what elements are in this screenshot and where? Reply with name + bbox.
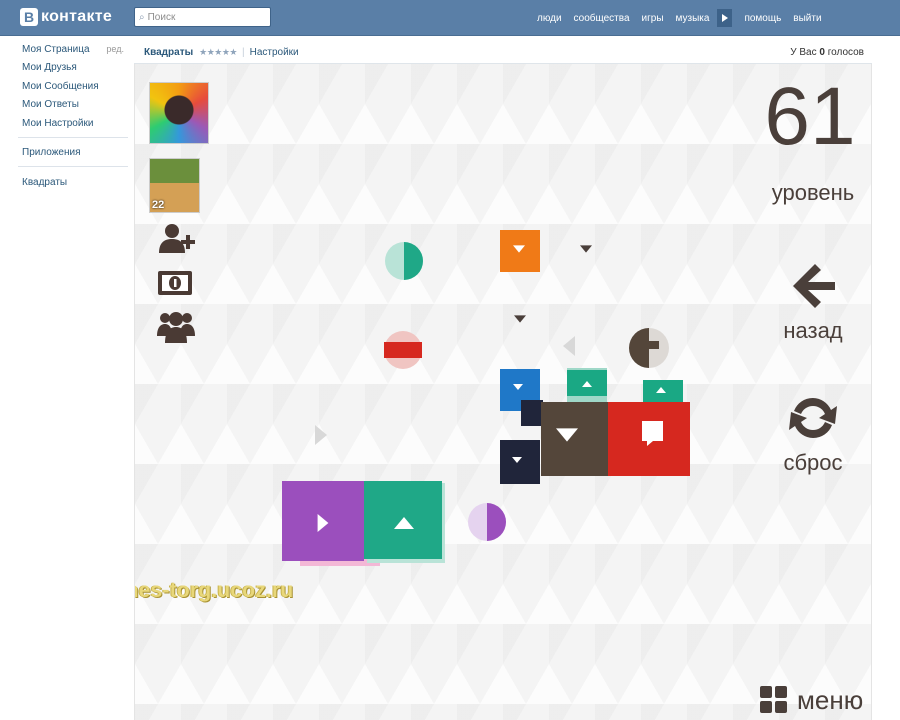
rating-stars: ★★★★★ bbox=[199, 46, 237, 57]
arrow-down-icon bbox=[514, 315, 526, 323]
search-input[interactable] bbox=[147, 9, 258, 25]
back-button[interactable]: назад bbox=[765, 260, 861, 344]
arrow-down-icon bbox=[580, 245, 592, 253]
nav-communities[interactable]: сообщества bbox=[568, 13, 636, 24]
app-header: Квадраты ★★★★★ | Настройки У Вас 0 голос… bbox=[138, 42, 868, 62]
navy-square[interactable] bbox=[521, 400, 543, 426]
menu-divider bbox=[18, 166, 128, 167]
nav-help[interactable]: помощь bbox=[738, 13, 787, 24]
votes-prefix: У Вас bbox=[790, 46, 817, 58]
left-menu: Моя Страница ред. Мои Друзья Мои Сообщен… bbox=[18, 40, 128, 192]
navy-square[interactable] bbox=[500, 440, 540, 484]
app-title[interactable]: Квадраты bbox=[144, 47, 193, 58]
menu-divider bbox=[18, 136, 128, 138]
arrow-left-icon bbox=[563, 336, 575, 356]
menu-my-page[interactable]: Моя Страница ред. bbox=[18, 40, 128, 59]
brown-square[interactable] bbox=[541, 402, 613, 476]
watermark-label: games-torg.ucoz.ru bbox=[135, 579, 294, 602]
red-circle-stripe bbox=[384, 342, 422, 358]
votes-suffix: голосов bbox=[827, 46, 864, 58]
nav-games[interactable]: игры bbox=[636, 13, 670, 24]
back-arrow-icon bbox=[793, 264, 835, 308]
menu-game-squares[interactable]: Квадраты bbox=[18, 173, 128, 192]
top-nav: люди сообщества игры музыка помощь выйти bbox=[531, 0, 828, 36]
music-play-icon[interactable] bbox=[717, 9, 733, 27]
level-label: уровень bbox=[771, 180, 855, 205]
reset-button[interactable]: сброс bbox=[765, 392, 861, 476]
reset-label: сброс bbox=[783, 450, 843, 475]
menu-button[interactable]: меню bbox=[759, 680, 863, 720]
nav-music[interactable]: музыка bbox=[670, 13, 716, 24]
vk-logo-text: контакте bbox=[41, 8, 113, 25]
teal-circle-half bbox=[404, 242, 423, 280]
watermark-text: games-torg.ucoz.ru bbox=[135, 579, 294, 603]
menu-my-settings[interactable]: Мои Настройки bbox=[18, 114, 128, 133]
header-separator: | bbox=[241, 46, 245, 58]
grid-menu-icon bbox=[760, 686, 787, 713]
search-box[interactable]: ⌕ bbox=[134, 7, 271, 27]
menu-my-page-label: Моя Страница bbox=[22, 43, 90, 55]
menu-my-friends[interactable]: Мои Друзья bbox=[18, 59, 128, 78]
menu-label: меню bbox=[797, 684, 864, 715]
game-area: 22 games-torg.ucoz.ru 61 уровень назад bbox=[134, 64, 872, 720]
menu-apps[interactable]: Приложения bbox=[18, 144, 128, 163]
nav-logout[interactable]: выйти bbox=[787, 13, 827, 24]
app-settings-link[interactable]: Настройки bbox=[250, 47, 299, 58]
edit-link[interactable]: ред. bbox=[106, 44, 124, 54]
back-label: назад bbox=[783, 318, 843, 343]
refresh-icon bbox=[789, 397, 837, 439]
purple-circle-half bbox=[487, 503, 506, 541]
brown-circle-notch bbox=[649, 341, 659, 349]
vk-logo-mark: В bbox=[20, 8, 38, 26]
brown-circle-half bbox=[629, 328, 649, 368]
votes-info: У Вас 0 голосов bbox=[790, 47, 864, 58]
game-board[interactable] bbox=[135, 64, 872, 720]
nav-people[interactable]: люди bbox=[531, 13, 568, 24]
arrow-right-icon bbox=[315, 425, 327, 445]
menu-my-answers[interactable]: Мои Ответы bbox=[18, 96, 128, 115]
search-icon: ⌕ bbox=[139, 11, 145, 23]
votes-count: 0 bbox=[819, 46, 825, 58]
menu-my-messages[interactable]: Мои Сообщения bbox=[18, 77, 128, 96]
level-number: 61 bbox=[764, 71, 856, 162]
vk-logo[interactable]: В контакте bbox=[20, 6, 112, 28]
top-bar: В контакте ⌕ люди сообщества игры музыка… bbox=[0, 0, 900, 36]
